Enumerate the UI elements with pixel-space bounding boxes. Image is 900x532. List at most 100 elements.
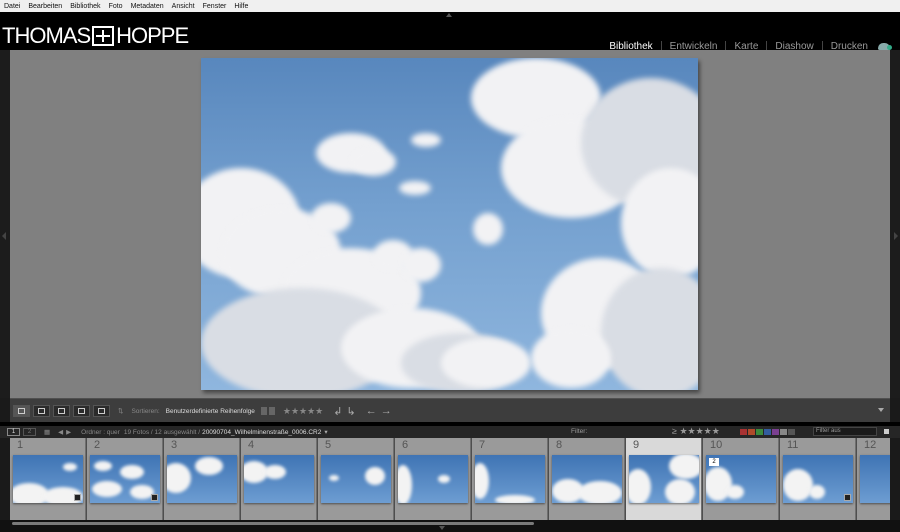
next-photo-button[interactable]: → bbox=[381, 405, 392, 417]
source-dropdown-icon[interactable]: ▾ bbox=[324, 428, 327, 436]
thumbnail[interactable] bbox=[552, 455, 622, 503]
color-swatch-blue[interactable] bbox=[764, 429, 771, 435]
edit-badge-icon bbox=[151, 494, 158, 501]
thumbnail[interactable] bbox=[860, 455, 890, 503]
identity-plate-logo: THOMAS HOPPE bbox=[2, 23, 189, 49]
filmstrip: 1 2 3 4 5 6 7 8 9 10 2 11 12 bbox=[10, 438, 890, 520]
color-swatch-red[interactable] bbox=[740, 429, 747, 435]
menu-bar: Datei Bearbeiten Bibliothek Foto Metadat… bbox=[0, 0, 900, 12]
filter-preset-select[interactable]: Filter aus bbox=[813, 427, 877, 436]
rotate-left-button[interactable]: ↲ bbox=[333, 405, 342, 418]
filmstrip-cell[interactable]: 10 2 bbox=[703, 438, 779, 520]
filter-rating[interactable]: ≥ ★★★★★ bbox=[672, 426, 720, 437]
filmstrip-cell[interactable]: 12 bbox=[857, 438, 890, 520]
sort-direction-icon[interactable]: ⇅ bbox=[118, 407, 123, 415]
logo-mark-icon bbox=[92, 26, 115, 46]
compare-view-button[interactable] bbox=[53, 405, 70, 417]
thumbnail[interactable] bbox=[783, 455, 853, 503]
thumbnail[interactable] bbox=[629, 455, 699, 503]
grid-icon[interactable]: ▦ bbox=[44, 428, 50, 436]
menu-ansicht[interactable]: Ansicht bbox=[168, 3, 199, 10]
cell-number: 4 bbox=[248, 439, 255, 451]
survey-view-button[interactable] bbox=[73, 405, 90, 417]
thumbnail[interactable]: 2 bbox=[706, 455, 776, 503]
cell-number: 6 bbox=[402, 439, 409, 451]
window-2-button[interactable]: 2 bbox=[23, 428, 36, 436]
main-photo[interactable] bbox=[201, 58, 698, 390]
expand-right-panel-icon[interactable] bbox=[894, 232, 898, 240]
menu-bibliothek[interactable]: Bibliothek bbox=[66, 3, 104, 10]
toolbar-menu-icon[interactable] bbox=[878, 408, 884, 412]
stack-count-badge[interactable]: 2 bbox=[709, 458, 719, 466]
filmstrip-cell[interactable]: 2 bbox=[87, 438, 163, 520]
filmstrip-header: 1 2 ▦ ◀ ▶ Ordner : quer 19 Fotos / 12 au… bbox=[0, 426, 900, 438]
edit-badge-icon bbox=[74, 494, 81, 501]
source-count: 19 Fotos / 12 ausgewählt / bbox=[123, 428, 201, 436]
color-swatch-purple[interactable] bbox=[772, 429, 779, 435]
source-folder[interactable]: Ordner : quer bbox=[81, 429, 120, 436]
filter-lock-icon[interactable] bbox=[884, 429, 889, 434]
menu-bearbeiten[interactable]: Bearbeiten bbox=[24, 3, 66, 10]
grid-view-button[interactable] bbox=[13, 405, 30, 417]
cell-number: 7 bbox=[479, 439, 486, 451]
loupe-view-button[interactable] bbox=[33, 405, 50, 417]
identity-plate-bar: THOMAS HOPPE Bibliothek Entwickeln Karte… bbox=[0, 12, 900, 52]
rotate-right-button[interactable]: ↳ bbox=[346, 405, 355, 418]
cell-number: 1 bbox=[17, 439, 24, 451]
menu-fenster[interactable]: Fenster bbox=[199, 3, 231, 10]
rating-stars[interactable]: ★★★★★ bbox=[283, 406, 323, 417]
filmstrip-cell[interactable]: 4 bbox=[241, 438, 317, 520]
back-arrow-icon[interactable]: ◀ bbox=[58, 428, 63, 436]
sort-label: Sortieren: bbox=[131, 407, 160, 415]
window-1-button[interactable]: 1 bbox=[7, 428, 20, 436]
cell-number: 5 bbox=[325, 439, 332, 451]
filmstrip-cell-selected[interactable]: 9 bbox=[626, 438, 702, 520]
menu-metadaten[interactable]: Metadaten bbox=[127, 3, 168, 10]
filmstrip-scrollbar[interactable] bbox=[0, 520, 900, 532]
menu-hilfe[interactable]: Hilfe bbox=[230, 3, 252, 10]
thumbnail[interactable] bbox=[90, 455, 160, 503]
cell-number: 2 bbox=[94, 439, 101, 451]
left-panel-collapsed[interactable] bbox=[0, 50, 10, 398]
filmstrip-cell[interactable]: 11 bbox=[780, 438, 856, 520]
filmstrip-cell[interactable]: 6 bbox=[395, 438, 471, 520]
cell-number: 9 bbox=[633, 439, 640, 451]
flag-pick-icon[interactable] bbox=[260, 407, 267, 415]
source-filename[interactable]: 20090704_Wilhelminenstraße_0006.CR2 bbox=[202, 429, 321, 436]
filmstrip-cell[interactable]: 1 bbox=[10, 438, 86, 520]
cloud-sync-icon[interactable] bbox=[878, 43, 892, 50]
filmstrip-cell[interactable]: 5 bbox=[318, 438, 394, 520]
right-panel-collapsed[interactable] bbox=[890, 50, 900, 398]
thumbnail[interactable] bbox=[13, 455, 83, 503]
collapse-filmstrip-icon[interactable] bbox=[439, 526, 445, 530]
filter-label: Filter: bbox=[571, 428, 588, 435]
thumbnail[interactable] bbox=[167, 455, 237, 503]
color-swatch-gray[interactable] bbox=[780, 429, 787, 435]
logo-text-left: THOMAS bbox=[2, 23, 91, 48]
collapse-top-panel-icon[interactable] bbox=[446, 13, 452, 17]
expand-left-panel-icon[interactable] bbox=[2, 232, 6, 240]
filmstrip-cell[interactable]: 3 bbox=[164, 438, 240, 520]
scrollbar-thumb[interactable] bbox=[12, 522, 534, 525]
cell-number: 12 bbox=[864, 439, 877, 451]
cell-number: 8 bbox=[556, 439, 563, 451]
cell-number: 3 bbox=[171, 439, 178, 451]
color-swatch-orange[interactable] bbox=[748, 429, 755, 435]
color-label-filter[interactable] bbox=[740, 429, 796, 435]
cell-number: 11 bbox=[787, 439, 799, 451]
thumbnail[interactable] bbox=[398, 455, 468, 503]
previous-photo-button[interactable]: ← bbox=[366, 405, 377, 417]
menu-foto[interactable]: Foto bbox=[105, 3, 127, 10]
thumbnail[interactable] bbox=[475, 455, 545, 503]
color-swatch-dark[interactable] bbox=[788, 429, 795, 435]
thumbnail[interactable] bbox=[244, 455, 314, 503]
people-view-button[interactable] bbox=[93, 405, 110, 417]
filmstrip-cell[interactable]: 7 bbox=[472, 438, 548, 520]
flag-reject-icon[interactable] bbox=[268, 407, 275, 415]
filmstrip-cell[interactable]: 8 bbox=[549, 438, 625, 520]
forward-arrow-icon[interactable]: ▶ bbox=[66, 428, 71, 436]
color-swatch-green[interactable] bbox=[756, 429, 763, 435]
menu-datei[interactable]: Datei bbox=[0, 3, 24, 10]
thumbnail[interactable] bbox=[321, 455, 391, 503]
sort-order-select[interactable]: Benutzerdefinierte Reihenfolge bbox=[166, 408, 255, 415]
